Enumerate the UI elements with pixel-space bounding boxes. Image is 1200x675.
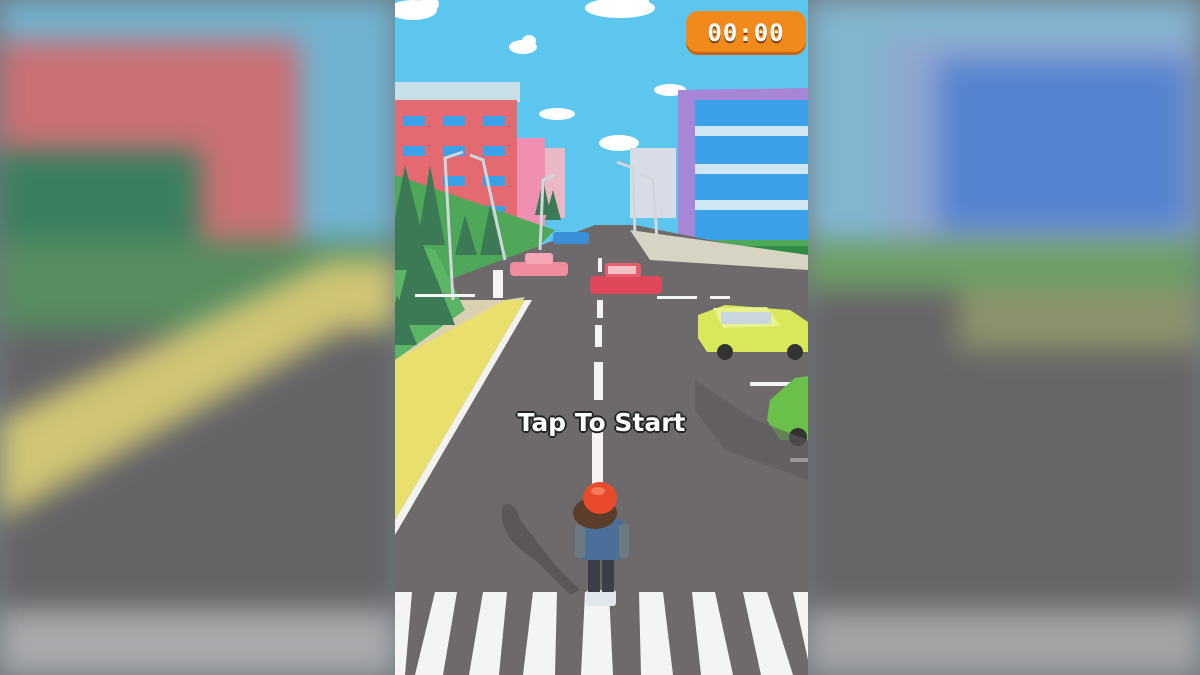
timer-badge: 00:00 bbox=[686, 11, 806, 55]
blue-building-right bbox=[670, 88, 808, 262]
tap-to-start-prompt[interactable]: Tap To Start bbox=[395, 408, 808, 437]
blurred-background-left bbox=[0, 0, 395, 675]
blurred-background-right bbox=[808, 0, 1200, 675]
car-blue bbox=[553, 232, 589, 244]
timer-text: 00:00 bbox=[707, 19, 785, 47]
game-scene bbox=[395, 0, 808, 675]
game-viewport[interactable]: 00:00 Tap To Start bbox=[395, 0, 808, 675]
car-yellow bbox=[698, 305, 808, 360]
